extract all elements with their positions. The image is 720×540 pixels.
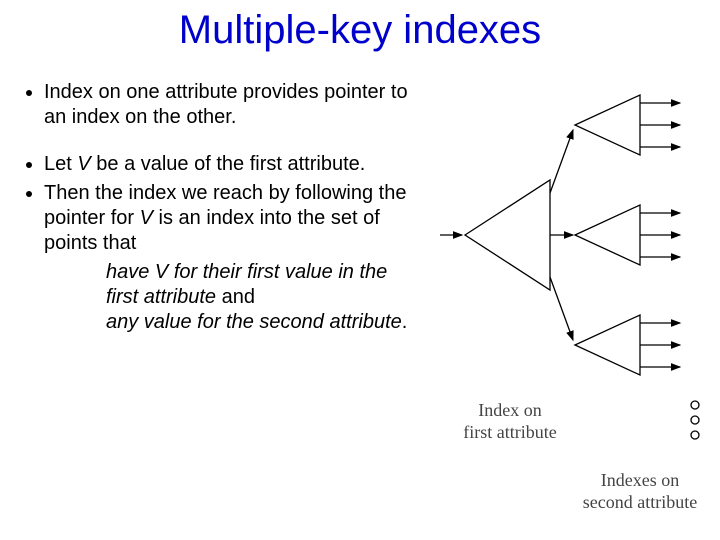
bullet-2-post: be a value of the first attribute. <box>91 153 366 175</box>
figure-label-1: Index on first attribute <box>445 400 575 443</box>
slide-title: Multiple-key indexes <box>0 8 720 53</box>
second-node-bot <box>575 315 640 375</box>
bullet-2-v: V <box>77 153 90 175</box>
link-arrow-1 <box>550 130 573 193</box>
figure-label-1b: first attribute <box>463 422 556 442</box>
figure-label-2: Indexes on second attribute <box>570 470 710 513</box>
bullet-3-indent: have V for their first value in the firs… <box>106 260 422 335</box>
slide-body: Index on one attribute provides pointer … <box>22 80 422 339</box>
first-level-node <box>465 180 550 290</box>
figure-label-2a: Indexes on <box>601 470 679 490</box>
dot-2 <box>691 416 699 424</box>
second-node-mid <box>575 205 640 265</box>
dot-1 <box>691 401 699 409</box>
indent-line-2-dot: . <box>402 311 408 333</box>
link-arrow-3 <box>550 277 573 340</box>
figure-label-1a: Index on <box>478 400 541 420</box>
bullet-list: Index on one attribute provides pointer … <box>22 80 422 130</box>
figure-label-2b: second attribute <box>583 492 697 512</box>
figure: Index on first attribute Indexes on seco… <box>440 85 710 515</box>
bullet-list-2: Let V be a value of the first attribute.… <box>22 152 422 335</box>
bullet-2-pre: Let <box>44 153 77 175</box>
second-node-top <box>575 95 640 155</box>
bullet-2: Let V be a value of the first attribute. <box>44 152 422 177</box>
indent-line-2: any value for the second attribute <box>106 311 402 333</box>
bullet-3: Then the index we reach by following the… <box>44 181 422 335</box>
diagram-svg <box>440 85 710 515</box>
bullet-3-v: V <box>140 207 153 229</box>
indent-line-1b: and <box>216 286 255 308</box>
dot-3 <box>691 431 699 439</box>
slide: Multiple-key indexes Index on one attrib… <box>0 0 720 540</box>
bullet-1: Index on one attribute provides pointer … <box>44 80 422 130</box>
